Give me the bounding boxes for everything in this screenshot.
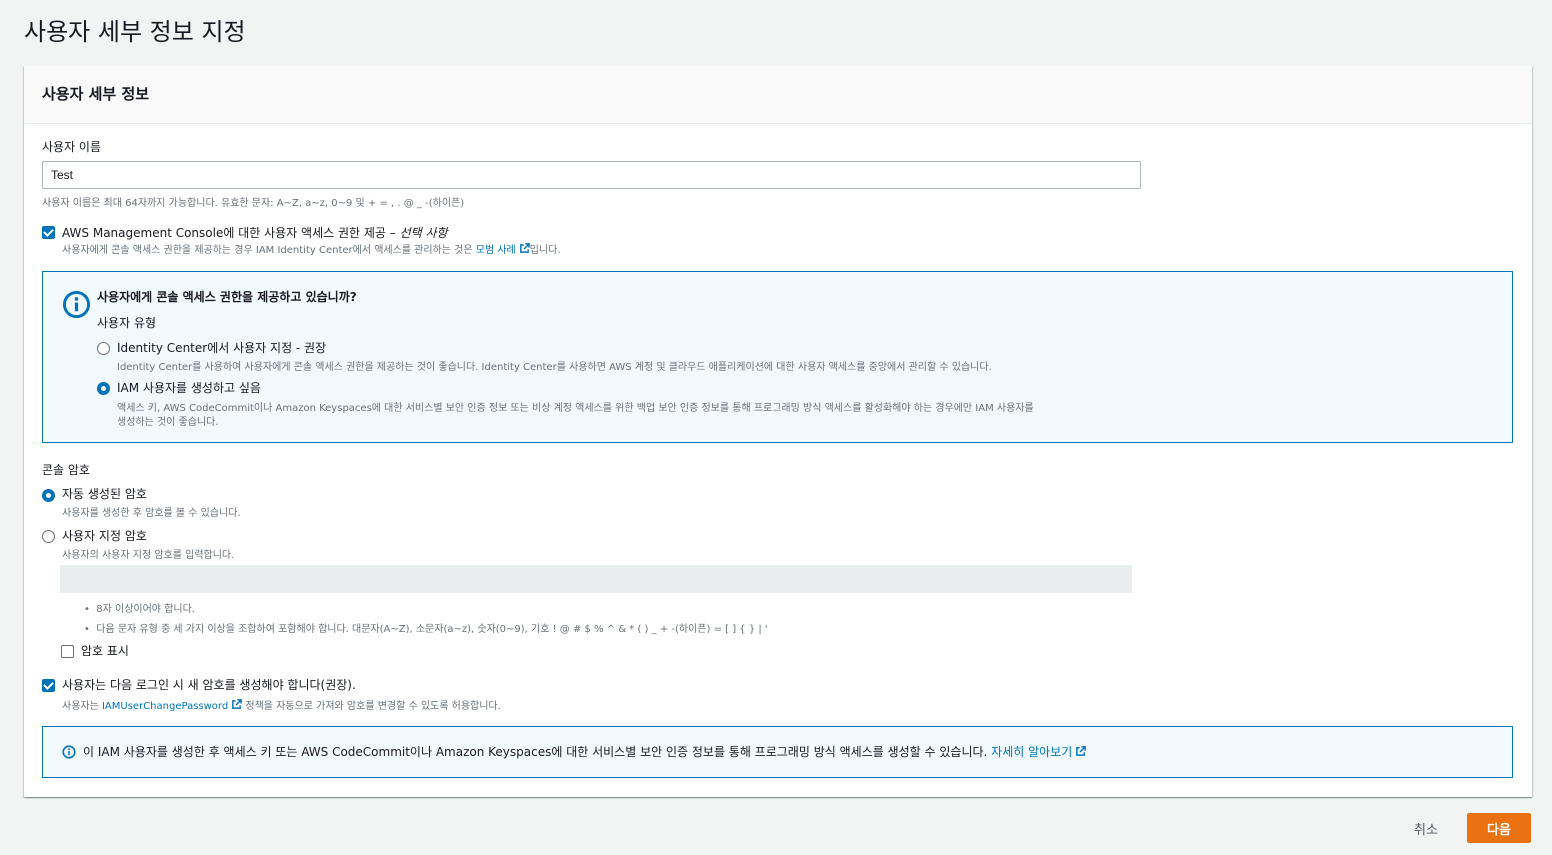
console-access-hint: 사용자에게 콘솔 액세스 권한을 제공하는 경우 IAM Identity Ce… bbox=[62, 241, 561, 256]
require-reset-label: 사용자는 다음 로그인 시 새 암호를 생성해야 합니다(권장). bbox=[62, 678, 356, 692]
programmatic-access-text: 이 IAM 사용자를 생성한 후 액세스 키 또는 AWS CodeCommit… bbox=[83, 743, 1087, 760]
require-reset-hint: 사용자는 IAMUserChangePassword 정책을 자동으로 가져와 … bbox=[62, 697, 501, 712]
learn-more-link[interactable]: 자세히 알아보기 bbox=[991, 745, 1072, 759]
password-rule-item: • 다음 문자 유형 중 세 가지 이상을 조합하여 포함해야 합니다. 대문자… bbox=[84, 624, 768, 635]
console-password-label: 콘솔 암호 bbox=[42, 463, 90, 477]
custom-password-input[interactable] bbox=[60, 565, 1132, 593]
console-access-label: AWS Management Console에 대한 사용자 액세스 권한 제공… bbox=[62, 224, 448, 241]
info-icon bbox=[62, 745, 76, 759]
custom-password-label: 사용자 지정 암호 bbox=[62, 529, 147, 543]
console-access-hint-text: 사용자에게 콘솔 액세스 권한을 제공하는 경우 IAM Identity Ce… bbox=[62, 245, 476, 256]
iam-user-description-line1: 액세스 키, AWS CodeCommit이나 Amazon Keyspaces… bbox=[117, 403, 1034, 414]
user-details-panel: 사용자 세부 정보 사용자 이름 Test 사용자 이름은 최대 64자까지 가… bbox=[24, 66, 1532, 797]
next-button[interactable]: 다음 bbox=[1467, 813, 1531, 843]
console-access-info-box: 사용자에게 콘솔 액세스 권한을 제공하고 있습니까? 사용자 유형 Ident… bbox=[42, 271, 1513, 443]
username-hint: 사용자 이름은 최대 64자까지 가능합니다. 유효한 문자: A~Z, a~z… bbox=[42, 198, 465, 209]
programmatic-access-message: 이 IAM 사용자를 생성한 후 액세스 키 또는 AWS CodeCommit… bbox=[83, 745, 992, 759]
programmatic-access-info: 이 IAM 사용자를 생성한 후 액세스 키 또는 AWS CodeCommit… bbox=[42, 726, 1513, 778]
console-access-checkbox[interactable] bbox=[42, 226, 55, 239]
username-input[interactable]: Test bbox=[42, 161, 1141, 189]
external-link-icon bbox=[232, 699, 243, 709]
custom-password-description: 사용자의 사용자 지정 암호를 입력합니다. bbox=[62, 550, 235, 561]
iam-user-description-line2: 생성하는 것이 좋습니다. bbox=[117, 417, 219, 428]
iam-user-radio[interactable] bbox=[97, 382, 110, 395]
show-password-label: 암호 표시 bbox=[81, 644, 129, 658]
auto-password-description: 사용자를 생성한 후 암호를 볼 수 있습니다. bbox=[62, 508, 241, 519]
auto-password-radio[interactable] bbox=[42, 489, 55, 502]
info-box-title: 사용자에게 콘솔 액세스 권한을 제공하고 있습니까? bbox=[97, 290, 357, 304]
require-reset-hint-suffix: 정책을 자동으로 가져와 암호를 변경할 수 있도록 허용합니다. bbox=[242, 701, 501, 712]
panel-header: 사용자 세부 정보 bbox=[24, 66, 1532, 124]
require-reset-hint-prefix: 사용자는 bbox=[62, 701, 102, 712]
auto-password-label: 자동 생성된 암호 bbox=[62, 487, 147, 501]
require-reset-checkbox[interactable] bbox=[42, 679, 55, 692]
page-title: 사용자 세부 정보 지정 bbox=[24, 18, 246, 46]
external-link-icon bbox=[519, 243, 530, 253]
identity-center-radio[interactable] bbox=[97, 342, 110, 355]
iam-user-label: IAM 사용자를 생성하고 싶음 bbox=[117, 381, 261, 395]
console-access-label-main: AWS Management Console에 대한 사용자 액세스 권한 제공… bbox=[62, 226, 400, 240]
identity-center-description: Identity Center를 사용하여 사용자에게 콘솔 액세스 권한을 제… bbox=[117, 362, 992, 373]
optional-tag: 선택 사항 bbox=[399, 226, 448, 240]
password-rule-text: 다음 문자 유형 중 세 가지 이상을 조합하여 포함해야 합니다. 대문자(A… bbox=[96, 624, 768, 635]
external-link-icon bbox=[1076, 746, 1087, 756]
user-type-label: 사용자 유형 bbox=[97, 316, 157, 330]
info-icon bbox=[62, 290, 91, 319]
identity-center-label: Identity Center에서 사용자 지정 - 권장 bbox=[117, 341, 327, 355]
panel-title: 사용자 세부 정보 bbox=[42, 85, 150, 103]
iam-user-change-password-link[interactable]: IAMUserChangePassword bbox=[102, 701, 228, 712]
username-label: 사용자 이름 bbox=[42, 140, 102, 154]
password-rule-item: • 8자 이상이어야 합니다. bbox=[84, 604, 195, 615]
custom-password-radio[interactable] bbox=[42, 530, 55, 543]
cancel-button[interactable]: 취소 bbox=[1414, 819, 1438, 838]
show-password-checkbox[interactable] bbox=[61, 645, 74, 658]
password-rule-text: 8자 이상이어야 합니다. bbox=[96, 604, 195, 615]
console-access-hint-suffix: 입니다. bbox=[529, 245, 561, 256]
best-practice-link[interactable]: 모범 사례 bbox=[476, 245, 516, 256]
